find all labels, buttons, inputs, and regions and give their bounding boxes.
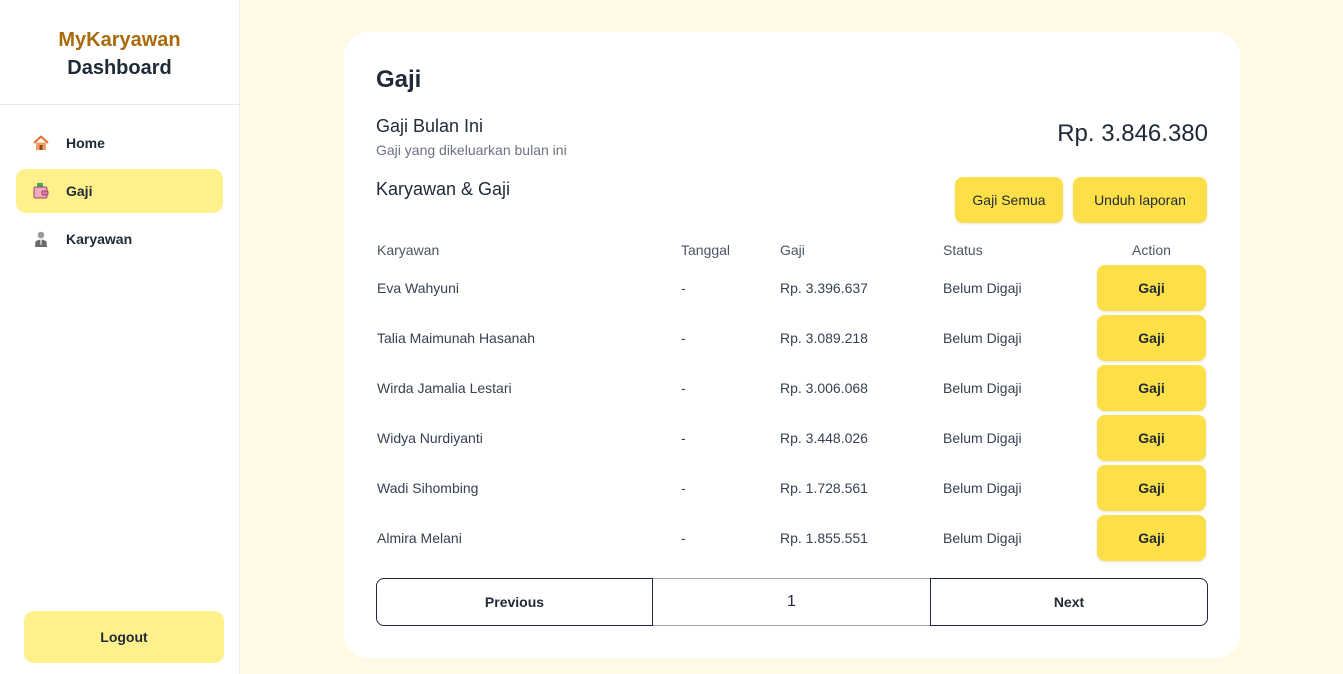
salary-amount: Rp. 3.448.026 bbox=[780, 430, 868, 446]
sidebar-item-karyawan[interactable]: Karyawan bbox=[16, 217, 223, 261]
pay-button[interactable]: Gaji bbox=[1097, 415, 1206, 461]
employees-salary-title: Karyawan & Gaji bbox=[376, 179, 511, 199]
table-row: Almira Melani - Rp. 1.855.551 Belum Diga… bbox=[376, 513, 1207, 563]
salary-amount: Rp. 3.396.637 bbox=[780, 280, 868, 296]
employee-name: Eva Wahyuni bbox=[377, 280, 459, 296]
employee-name: Almira Melani bbox=[377, 530, 462, 546]
table-row: Talia Maimunah Hasanah - Rp. 3.089.218 B… bbox=[376, 313, 1207, 363]
home-icon bbox=[32, 134, 50, 152]
pay-button[interactable]: Gaji bbox=[1097, 465, 1206, 511]
table-row: Eva Wahyuni - Rp. 3.396.637 Belum Digaji… bbox=[376, 263, 1207, 313]
salary-status: Belum Digaji bbox=[943, 430, 1022, 446]
salary-status: Belum Digaji bbox=[943, 380, 1022, 396]
header-employee: Karyawan bbox=[377, 242, 440, 258]
employee-icon bbox=[32, 230, 50, 248]
action-cell: Gaji bbox=[1096, 415, 1207, 461]
salary-date: - bbox=[681, 530, 686, 546]
brand-subtitle: Dashboard bbox=[67, 57, 172, 79]
action-cell: Gaji bbox=[1096, 515, 1207, 561]
current-page-indicator[interactable]: 1 bbox=[653, 578, 930, 626]
wallet-icon bbox=[32, 182, 50, 200]
table-header: Karyawan Tanggal Gaji Status Action bbox=[376, 237, 1207, 263]
sidebar-item-gaji[interactable]: Gaji bbox=[16, 169, 223, 213]
sidebar-item-label: Home bbox=[66, 135, 105, 151]
table-row: Wadi Sihombing - Rp. 1.728.561 Belum Dig… bbox=[376, 463, 1207, 513]
logout-button[interactable]: Logout bbox=[24, 611, 224, 663]
monthly-salary-title: Gaji Bulan Ini bbox=[376, 116, 484, 136]
salary-date: - bbox=[681, 330, 686, 346]
header-salary: Gaji bbox=[780, 242, 805, 258]
salary-table: Karyawan Tanggal Gaji Status Action Eva … bbox=[376, 237, 1207, 563]
salary-card: Gaji Gaji Bulan Ini Gaji yang dikeluarka… bbox=[344, 32, 1240, 658]
salary-date: - bbox=[681, 430, 686, 446]
header-status: Status bbox=[943, 242, 983, 258]
salary-date: - bbox=[681, 480, 686, 496]
next-page-button[interactable]: Next bbox=[930, 578, 1208, 626]
salary-amount: Rp. 1.855.551 bbox=[780, 530, 868, 546]
monthly-salary-subtitle: Gaji yang dikeluarkan bulan ini bbox=[376, 142, 567, 158]
employee-name: Wadi Sihombing bbox=[377, 480, 479, 496]
pay-button[interactable]: Gaji bbox=[1097, 265, 1206, 311]
salary-status: Belum Digaji bbox=[943, 280, 1022, 296]
sidebar-nav: Home Gaji Karyawan bbox=[0, 105, 239, 261]
pagination: Previous 1 Next bbox=[376, 578, 1208, 626]
sidebar-item-home[interactable]: Home bbox=[16, 121, 223, 165]
salary-amount: Rp. 3.089.218 bbox=[780, 330, 868, 346]
action-cell: Gaji bbox=[1096, 365, 1207, 411]
pay-button[interactable]: Gaji bbox=[1097, 315, 1206, 361]
previous-page-button[interactable]: Previous bbox=[376, 578, 653, 626]
salary-date: - bbox=[681, 380, 686, 396]
salary-status: Belum Digaji bbox=[943, 330, 1022, 346]
sidebar: MyKaryawan Dashboard Home Gaji Karyawan … bbox=[0, 0, 240, 674]
page-title: Gaji bbox=[376, 66, 422, 93]
sidebar-item-label: Gaji bbox=[66, 183, 93, 199]
salary-date: - bbox=[681, 280, 686, 296]
monthly-salary-total: Rp. 3.846.380 bbox=[1057, 120, 1208, 147]
sidebar-item-label: Karyawan bbox=[66, 231, 133, 247]
table-row: Widya Nurdiyanti - Rp. 3.448.026 Belum D… bbox=[376, 413, 1207, 463]
salary-amount: Rp. 3.006.068 bbox=[780, 380, 868, 396]
salary-amount: Rp. 1.728.561 bbox=[780, 480, 868, 496]
employee-name: Talia Maimunah Hasanah bbox=[377, 330, 535, 346]
employee-name: Wirda Jamalia Lestari bbox=[377, 380, 512, 396]
pay-all-button[interactable]: Gaji Semua bbox=[955, 177, 1063, 223]
header-date: Tanggal bbox=[681, 242, 731, 258]
salary-status: Belum Digaji bbox=[943, 480, 1022, 496]
header-action: Action bbox=[1132, 242, 1171, 258]
brand-name: MyKaryawan bbox=[58, 29, 181, 51]
employee-name: Widya Nurdiyanti bbox=[377, 430, 483, 446]
action-cell: Gaji bbox=[1096, 465, 1207, 511]
pay-button[interactable]: Gaji bbox=[1097, 515, 1206, 561]
salary-status: Belum Digaji bbox=[943, 530, 1022, 546]
action-cell: Gaji bbox=[1096, 315, 1207, 361]
pay-button[interactable]: Gaji bbox=[1097, 365, 1206, 411]
table-row: Wirda Jamalia Lestari - Rp. 3.006.068 Be… bbox=[376, 363, 1207, 413]
action-cell: Gaji bbox=[1096, 265, 1207, 311]
brand: MyKaryawan Dashboard bbox=[0, 0, 239, 105]
download-report-button[interactable]: Unduh laporan bbox=[1073, 177, 1207, 223]
